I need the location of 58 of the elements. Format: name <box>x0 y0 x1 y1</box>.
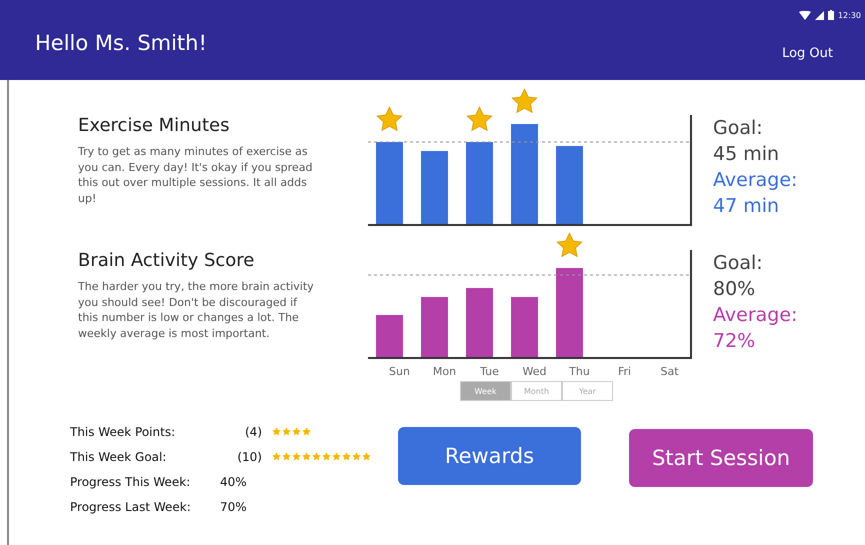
stat-label: Progress Last Week: <box>70 500 192 514</box>
section-title: Brain Activity Score <box>78 250 256 271</box>
stat-label: Progress This Week: <box>70 474 192 488</box>
goal-value: 45 min <box>713 142 780 167</box>
goal-label: Goal: <box>713 116 764 141</box>
day-label: Tue <box>479 365 500 378</box>
average-label: Average: <box>713 303 798 328</box>
star-icon <box>466 106 493 132</box>
battery-icon <box>828 10 834 20</box>
star-icon <box>272 427 281 436</box>
stat-label: This Week Points: <box>70 424 176 438</box>
star-icon <box>292 452 301 461</box>
wifi-icon <box>798 10 811 20</box>
chart-bar <box>421 297 448 358</box>
day-label: Sun <box>388 365 411 378</box>
star-icon <box>272 452 281 461</box>
goal-value: 80% <box>713 277 756 302</box>
star-icon <box>282 452 291 461</box>
logout-link[interactable]: Log Out <box>782 46 833 61</box>
star-icon <box>342 452 351 461</box>
star-icon <box>292 427 301 436</box>
chart-bar <box>466 288 493 358</box>
average-value: 72% <box>713 329 756 354</box>
day-label: Sat <box>659 365 680 378</box>
action-button[interactable]: Start Session <box>629 429 813 487</box>
average-value: 47 min <box>713 194 780 219</box>
day-label: Wed <box>522 365 548 378</box>
day-label: Fri <box>616 365 632 378</box>
goal-label: Goal: <box>713 251 764 276</box>
range-tab[interactable]: Year <box>562 381 613 401</box>
star-icon <box>376 106 403 132</box>
star-icon <box>302 427 311 436</box>
stat-value: 70% <box>220 500 248 514</box>
star-icon <box>322 452 331 461</box>
average-label: Average: <box>713 168 798 193</box>
stat-label: This Week Goal: <box>70 450 168 464</box>
stat-value: (10) <box>236 450 262 464</box>
section-description: The harder you try, the more brain activity you should see! Don't be discouraged if this number is low or changes a lot. The weekly average is most important. <box>78 279 315 341</box>
star-icon <box>332 452 341 461</box>
action-button[interactable]: Rewards <box>398 427 581 485</box>
stat-value: 40% <box>220 474 248 488</box>
star-icon <box>362 452 371 461</box>
star-icon <box>352 452 361 461</box>
greeting-title: Hello Ms. Smith! <box>35 30 207 54</box>
section-description: Try to get as many minutes of exercise as you can. Every day! It's okay if you spread this out over multiple sessions. It all adds up! <box>78 144 314 206</box>
stat-value: (4) <box>244 424 262 438</box>
chart-bar <box>376 315 403 358</box>
star-icon <box>511 88 538 114</box>
clock-time: 12:30 <box>838 10 861 20</box>
day-label: Thu <box>568 365 591 378</box>
chart-bar <box>511 297 538 358</box>
star-icon <box>302 452 311 461</box>
section-title: Exercise Minutes <box>78 115 230 136</box>
star-icon <box>556 232 583 258</box>
star-icon <box>312 452 321 461</box>
star-icon <box>282 427 291 436</box>
signal-icon <box>814 10 824 20</box>
day-label: Mon <box>432 365 458 378</box>
